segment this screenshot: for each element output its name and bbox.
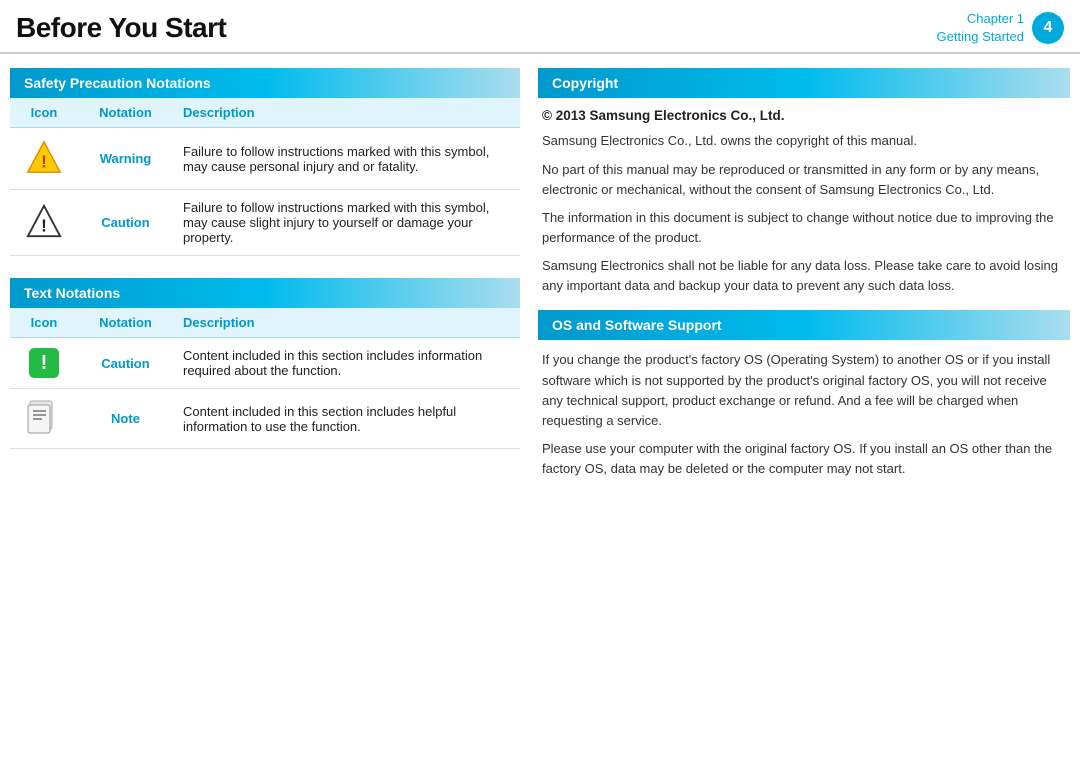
col-description: Description	[173, 308, 520, 338]
notation-cell: Note	[78, 389, 173, 449]
copyright-header: Copyright	[538, 68, 1070, 98]
col-icon: Icon	[10, 98, 78, 128]
copyright-title: © 2013 Samsung Electronics Co., Ltd.	[542, 108, 1066, 123]
description-cell: Content included in this section include…	[173, 338, 520, 389]
icon-cell: !	[10, 338, 78, 389]
icon-cell: !	[10, 128, 78, 190]
table-row: ! Caution Content included in this secti…	[10, 338, 520, 389]
description-cell: Content included in this section include…	[173, 389, 520, 449]
caution-green-icon: !	[29, 348, 59, 378]
col-description: Description	[173, 98, 520, 128]
text-notations-section: Text Notations Icon Notation Description…	[10, 278, 520, 449]
svg-text:!: !	[41, 153, 47, 172]
safety-notation-table: Icon Notation Description !	[10, 98, 520, 256]
table-row: Note Content included in this section in…	[10, 389, 520, 449]
text-notations-header: Text Notations	[10, 278, 520, 308]
table-header-row: Icon Notation Description	[10, 98, 520, 128]
chapter-text: Chapter 1 Getting Started	[937, 10, 1024, 46]
description-cell: Failure to follow instructions marked wi…	[173, 190, 520, 256]
chapter-info: Chapter 1 Getting Started 4	[937, 10, 1064, 46]
page-number-badge: 4	[1032, 12, 1064, 44]
note-paper-icon	[26, 399, 62, 435]
caution-triangle-icon: !	[25, 202, 63, 240]
os-header: OS and Software Support	[538, 310, 1070, 340]
copyright-para-4: Samsung Electronics shall not be liable …	[542, 256, 1066, 296]
safety-section: Safety Precaution Notations Icon Notatio…	[10, 68, 520, 256]
copyright-para-2: No part of this manual may be reproduced…	[542, 160, 1066, 200]
icon-cell: !	[10, 190, 78, 256]
description-cell: Failure to follow instructions marked wi…	[173, 128, 520, 190]
text-notation-table: Icon Notation Description ! Caution Cont…	[10, 308, 520, 449]
page-header: Before You Start Chapter 1 Getting Start…	[0, 0, 1080, 54]
copyright-section: Copyright © 2013 Samsung Electronics Co.…	[538, 68, 1070, 296]
table-header-row: Icon Notation Description	[10, 308, 520, 338]
copyright-para-1: Samsung Electronics Co., Ltd. owns the c…	[542, 131, 1066, 151]
table-row: ! Caution Failure to follow instructions…	[10, 190, 520, 256]
notation-cell: Caution	[78, 190, 173, 256]
copyright-para-3: The information in this document is subj…	[542, 208, 1066, 248]
os-para-1: If you change the product's factory OS (…	[542, 350, 1066, 431]
table-row: ! Warning Failure to follow instructions…	[10, 128, 520, 190]
os-section: OS and Software Support If you change th…	[538, 310, 1070, 479]
notation-cell: Warning	[78, 128, 173, 190]
right-column: Copyright © 2013 Samsung Electronics Co.…	[538, 68, 1070, 487]
safety-section-header: Safety Precaution Notations	[10, 68, 520, 98]
col-notation: Notation	[78, 308, 173, 338]
page-title: Before You Start	[16, 12, 226, 44]
col-icon: Icon	[10, 308, 78, 338]
notation-cell: Caution	[78, 338, 173, 389]
main-content: Safety Precaution Notations Icon Notatio…	[0, 54, 1080, 501]
icon-cell	[10, 389, 78, 449]
warning-triangle-icon: !	[25, 138, 63, 176]
os-para-2: Please use your computer with the origin…	[542, 439, 1066, 479]
svg-text:!: !	[41, 217, 47, 236]
col-notation: Notation	[78, 98, 173, 128]
left-column: Safety Precaution Notations Icon Notatio…	[10, 68, 520, 487]
